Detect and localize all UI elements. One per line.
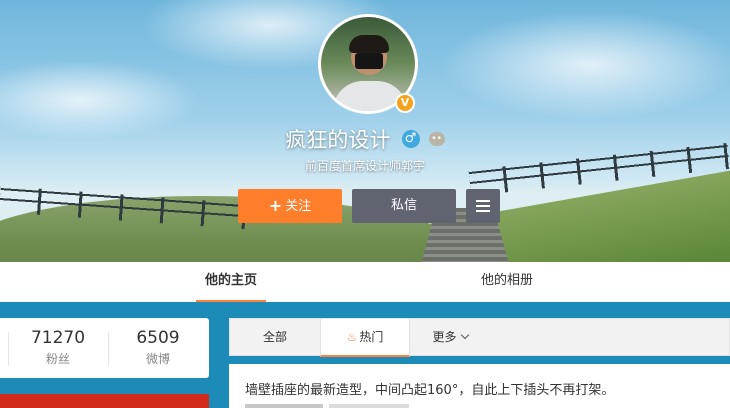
fire-icon: ♨ [346, 330, 358, 344]
profile-name-row: 疯狂的设计 ♂ •• [0, 124, 730, 154]
level-badge-icon[interactable]: •• [428, 132, 445, 146]
cover-cloud [440, 10, 730, 120]
message-button[interactable]: 私信 [352, 189, 456, 223]
feed-tab-more[interactable]: 更多 [420, 319, 480, 355]
follow-label: 关注 [285, 199, 312, 214]
profile-cover: V 疯狂的设计 ♂ •• 前百度首席设计师郭宇 + 关注 私信 [0, 0, 730, 262]
profile-intro: 前百度首席设计师郭宇 [304, 159, 425, 173]
feed-tab-hot[interactable]: ♨ 热门 [320, 319, 410, 357]
tab-album[interactable]: 他的相册 [472, 262, 542, 302]
male-icon: ♂ [401, 130, 420, 148]
feed-tab-hot-label: 热门 [359, 330, 384, 344]
stats-card: 71270 粉丝 6509 微博 [0, 318, 209, 378]
fans-label: 粉丝 [45, 352, 70, 366]
fans-count: 71270 [30, 328, 86, 348]
message-label: 私信 [390, 198, 417, 213]
weibo-label: 微博 [145, 352, 170, 366]
feed-filter-tabs: 全部 ♨ 热门 更多 [229, 318, 730, 357]
stat-fans[interactable]: 71270 粉丝 [8, 328, 108, 367]
feed-post: 墙壁插座的最新造型，中间凸起160°，自此上下插头不再打架。 [229, 364, 730, 408]
feed-tab-all[interactable]: 全部 [230, 319, 320, 355]
menu-icon [476, 200, 490, 212]
post-image[interactable] [245, 404, 323, 408]
avatar-hair [349, 35, 389, 53]
tab-home[interactable]: 他的主页 [196, 262, 266, 302]
feed-tab-more-label: 更多 [432, 330, 457, 344]
more-menu-button[interactable] [466, 189, 500, 223]
weibo-count: 6509 [136, 328, 180, 348]
promo-banner[interactable] [0, 394, 209, 408]
avatar-camera [355, 53, 383, 69]
chevron-down-icon [460, 330, 469, 340]
post-text[interactable]: 墙壁插座的最新造型，中间凸起160°，自此上下插头不再打架。 [245, 379, 614, 398]
verified-badge-icon: V [395, 93, 415, 113]
profile-tabbar: 他的主页 他的相册 [0, 262, 730, 302]
stat-weibo[interactable]: 6509 微博 [108, 328, 208, 367]
follow-button[interactable]: + 关注 [238, 189, 342, 223]
post-image[interactable] [329, 404, 409, 408]
profile-nickname[interactable]: 疯狂的设计 [285, 128, 390, 152]
plus-icon: + [268, 196, 283, 215]
